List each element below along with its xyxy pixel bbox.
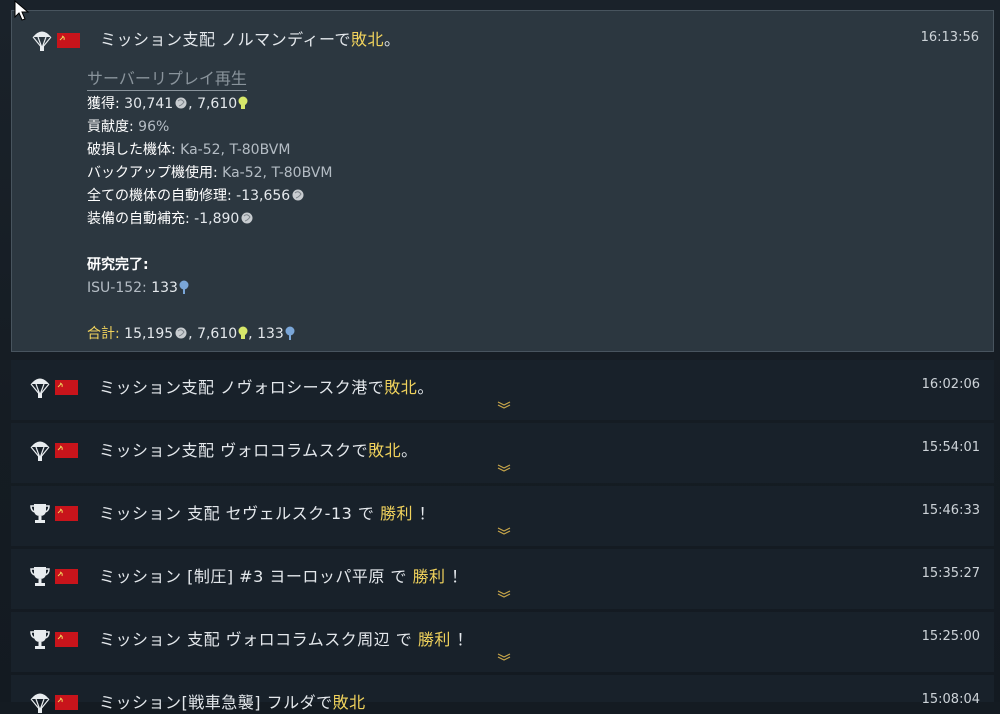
ussr-flag-icon [55, 694, 78, 710]
log-entry[interactable]: ミッション[戦車急襲] フルダで敗北 15:08:04 [11, 675, 994, 713]
entry-time: 15:08:04 [921, 692, 980, 707]
entry-time: 15:54:01 [921, 440, 980, 455]
mouse-cursor-icon [14, 0, 30, 21]
silver-lions-icon [175, 327, 187, 339]
ussr-flag-icon [55, 631, 78, 647]
log-entry[interactable]: ミッション支配 ノヴォロシースク港で敗北。 16:02:06 [11, 360, 994, 420]
trophy-icon [30, 567, 50, 586]
trophy-icon [30, 504, 50, 523]
convertible-rp-icon [285, 326, 295, 340]
entry-time: 16:13:56 [920, 30, 979, 45]
research-points-icon [238, 326, 248, 339]
ammo-resupply-row: 装備の自動補充: -1,890 [87, 208, 332, 231]
convertible-rp-icon [179, 280, 189, 294]
entry-title: ミッション 支配 ヴォロコラムスク周辺 で 勝利 ！ [99, 630, 473, 649]
silver-lions-icon [292, 189, 304, 201]
entry-title: ミッション支配 ノヴォロシースク港で敗北。 [99, 378, 434, 397]
log-entry[interactable]: ミッション 支配 ヴォロコラムスク周辺 で 勝利 ！ 15:25:00 [11, 612, 994, 672]
trophy-icon [30, 630, 50, 649]
entry-title: ミッション [制圧] #3 ヨーロッパ平原 で 勝利 ！ [99, 567, 468, 586]
parachute-icon [32, 31, 52, 51]
auto-repair-row: 全ての機体の自動修理: -13,656 [87, 185, 332, 208]
entry-time: 16:02:06 [921, 377, 980, 392]
research-heading: 研究完了: [87, 257, 149, 273]
expand-chevron-icon[interactable] [496, 652, 512, 662]
earned-row: 獲得: 30,741, 7,610 [87, 93, 332, 116]
entry-icons [29, 502, 78, 524]
log-entry[interactable]: ミッション支配 ヴォロコラムスクで敗北。 15:54:01 [11, 423, 994, 483]
entry-time: 15:25:00 [921, 629, 980, 644]
ussr-flag-icon [55, 568, 78, 584]
entry-icons [29, 628, 78, 650]
backup-used-row: バックアップ機使用: Ka-52, T-80BVM [87, 165, 333, 181]
server-replay-link[interactable]: サーバーリプレイ再生 [87, 68, 247, 91]
damaged-vehicles-row: 破損した機体: Ka-52, T-80BVM [87, 142, 291, 158]
expand-chevron-icon[interactable] [496, 526, 512, 536]
silver-lions-icon [175, 97, 187, 109]
entry-title: ミッション 支配 セヴェルスク-13 で 勝利 ！ [99, 504, 436, 523]
log-entry[interactable]: ミッション 支配 セヴェルスク-13 で 勝利 ！ 15:46:33 [11, 486, 994, 546]
activity-row: 貢献度: 96% [87, 119, 170, 135]
entry-time: 15:46:33 [921, 503, 980, 518]
entry-icons [31, 29, 80, 51]
entry-icons [29, 691, 78, 713]
silver-lions-icon [241, 212, 253, 224]
ussr-flag-icon [57, 32, 80, 48]
entry-icons [29, 376, 78, 398]
entry-time: 15:35:27 [921, 566, 980, 581]
battle-details: サーバーリプレイ再生 獲得: 30,741, 7,610 貢献度: 96% 破損… [87, 68, 332, 346]
total-row: 合計: 15,195, 7,610, 133 [87, 323, 332, 346]
parachute-icon [30, 378, 50, 398]
expand-chevron-icon[interactable] [496, 463, 512, 473]
entry-title: ミッション支配 ヴォロコラムスクで敗北。 [99, 441, 418, 460]
parachute-icon [30, 441, 50, 461]
ussr-flag-icon [55, 505, 78, 521]
parachute-icon [30, 693, 50, 713]
expand-chevron-icon[interactable] [496, 400, 512, 410]
research-row: ISU-152: 133 [87, 277, 332, 300]
log-entry-expanded[interactable]: ミッション支配 ノルマンディーで敗北。 16:13:56 サーバーリプレイ再生 … [11, 10, 994, 352]
research-points-icon [238, 96, 248, 109]
entry-icons [29, 439, 78, 461]
entry-title: ミッション[戦車急襲] フルダで敗北 [99, 693, 366, 712]
log-entry[interactable]: ミッション [制圧] #3 ヨーロッパ平原 で 勝利 ！ 15:35:27 [11, 549, 994, 609]
ussr-flag-icon [55, 442, 78, 458]
entry-icons [29, 565, 78, 587]
expand-chevron-icon[interactable] [496, 589, 512, 599]
ussr-flag-icon [55, 379, 78, 395]
entry-title: ミッション支配 ノルマンディーで敗北。 [100, 30, 401, 49]
